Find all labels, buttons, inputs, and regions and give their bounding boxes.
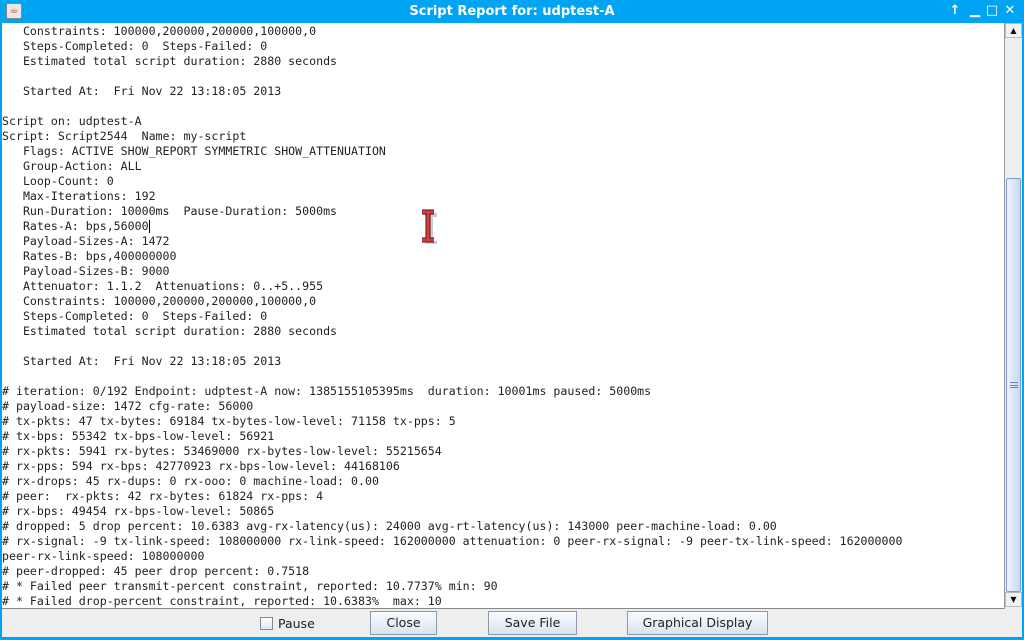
pause-checkbox[interactable]: Pause (260, 616, 315, 631)
report-line: # rx-bps: 49454 rx-bps-low-level: 50865 (2, 504, 275, 518)
report-line: Attenuator: 1.1.2 Attenuations: 0..+5..9… (2, 279, 324, 293)
report-line: Payload-Sizes-B: 9000 (2, 264, 170, 278)
report-line: # rx-pps: 594 rx-bps: 42770923 rx-bps-lo… (2, 459, 400, 473)
report-line: # payload-size: 1472 cfg-rate: 56000 (2, 399, 254, 413)
report-line: Steps-Completed: 0 Steps-Failed: 0 (2, 39, 268, 53)
report-line: Payload-Sizes-A: 1472 (2, 234, 170, 248)
report-line: # tx-pkts: 47 tx-bytes: 69184 tx-bytes-l… (2, 414, 456, 428)
vertical-scrollbar[interactable]: ▲ ▼ (1004, 23, 1022, 609)
report-line: Rates-A: bps,56000 (2, 219, 150, 233)
report-line: Max-Iterations: 192 (2, 189, 156, 203)
report-line: peer-rx-link-speed: 108000000 (2, 549, 205, 563)
report-line: # dropped: 5 drop percent: 10.6383 avg-r… (2, 519, 777, 533)
maximize-icon[interactable]: □ (985, 3, 999, 19)
report-line: Steps-Completed: 0 Steps-Failed: 0 (2, 309, 268, 323)
report-line: Constraints: 100000,200000,200000,100000… (2, 24, 317, 38)
window-title: Script Report for: udptest-A (409, 4, 615, 19)
report-line: Started At: Fri Nov 22 13:18:05 2013 (2, 84, 282, 98)
scroll-down-icon[interactable]: ▼ (1005, 592, 1022, 607)
report-line: # rx-signal: -9 tx-link-speed: 108000000… (2, 534, 903, 548)
text-caret (148, 220, 150, 233)
pause-label: Pause (278, 616, 315, 631)
report-line: Started At: Fri Nov 22 13:18:05 2013 (2, 354, 282, 368)
report-scroll-pane: Constraints: 100000,200000,200000,100000… (2, 23, 1022, 609)
minimize-icon[interactable]: ▁ (968, 3, 982, 19)
button-panel: Pause Close Save File Graphical Display (2, 609, 1022, 637)
report-line: Estimated total script duration: 2880 se… (2, 54, 338, 68)
title-bar[interactable]: ☕ Script Report for: udptest-A ↑ ▁ □ ✕ (0, 0, 1024, 23)
report-line: # * Failed drop-percent constraint, repo… (2, 594, 442, 608)
report-line: Rates-B: bps,400000000 (2, 249, 177, 263)
report-line: # tx-bps: 55342 tx-bps-low-level: 56921 (2, 429, 275, 443)
grip-icon (1010, 382, 1018, 388)
report-line: Group-Action: ALL (2, 159, 142, 173)
report-line (2, 369, 1004, 384)
checkbox-icon[interactable] (260, 617, 273, 630)
report-line (2, 99, 1004, 114)
report-line: Estimated total script duration: 2880 se… (2, 324, 338, 338)
graphical-display-button[interactable]: Graphical Display (627, 611, 768, 635)
report-line (2, 69, 1004, 84)
report-line: # rx-pkts: 5941 rx-bytes: 53469000 rx-by… (2, 444, 442, 458)
report-line: Script: Script2544 Name: my-script (2, 129, 247, 143)
report-line: Constraints: 100000,200000,200000,100000… (2, 294, 317, 308)
report-line (2, 339, 1004, 354)
report-line: # rx-drops: 45 rx-dups: 0 rx-ooo: 0 mach… (2, 474, 379, 488)
report-line: Script on: udptest-A (2, 114, 142, 128)
save-file-button[interactable]: Save File (488, 611, 577, 635)
close-button[interactable]: Close (370, 611, 437, 635)
scroll-up-icon[interactable]: ▲ (1005, 23, 1022, 38)
close-icon[interactable]: ✕ (1003, 3, 1017, 19)
ibeam-cursor-icon (422, 209, 437, 244)
report-line: # * Failed peer transmit-percent constra… (2, 579, 498, 593)
report-line: # peer: rx-pkts: 42 rx-bytes: 61824 rx-p… (2, 489, 324, 503)
report-line: Flags: ACTIVE SHOW_REPORT SYMMETRIC SHOW… (2, 144, 386, 158)
report-line: # iteration: 0/192 Endpoint: udptest-A n… (2, 384, 652, 398)
report-text-area[interactable]: Constraints: 100000,200000,200000,100000… (2, 23, 1004, 609)
report-line: Run-Duration: 10000ms Pause-Duration: 50… (2, 204, 338, 218)
report-line: Loop-Count: 0 (2, 174, 114, 188)
pin-icon[interactable]: ↑ (948, 3, 962, 19)
report-line: # peer-dropped: 45 peer drop percent: 0.… (2, 564, 310, 578)
scrollbar-thumb[interactable] (1006, 178, 1021, 592)
